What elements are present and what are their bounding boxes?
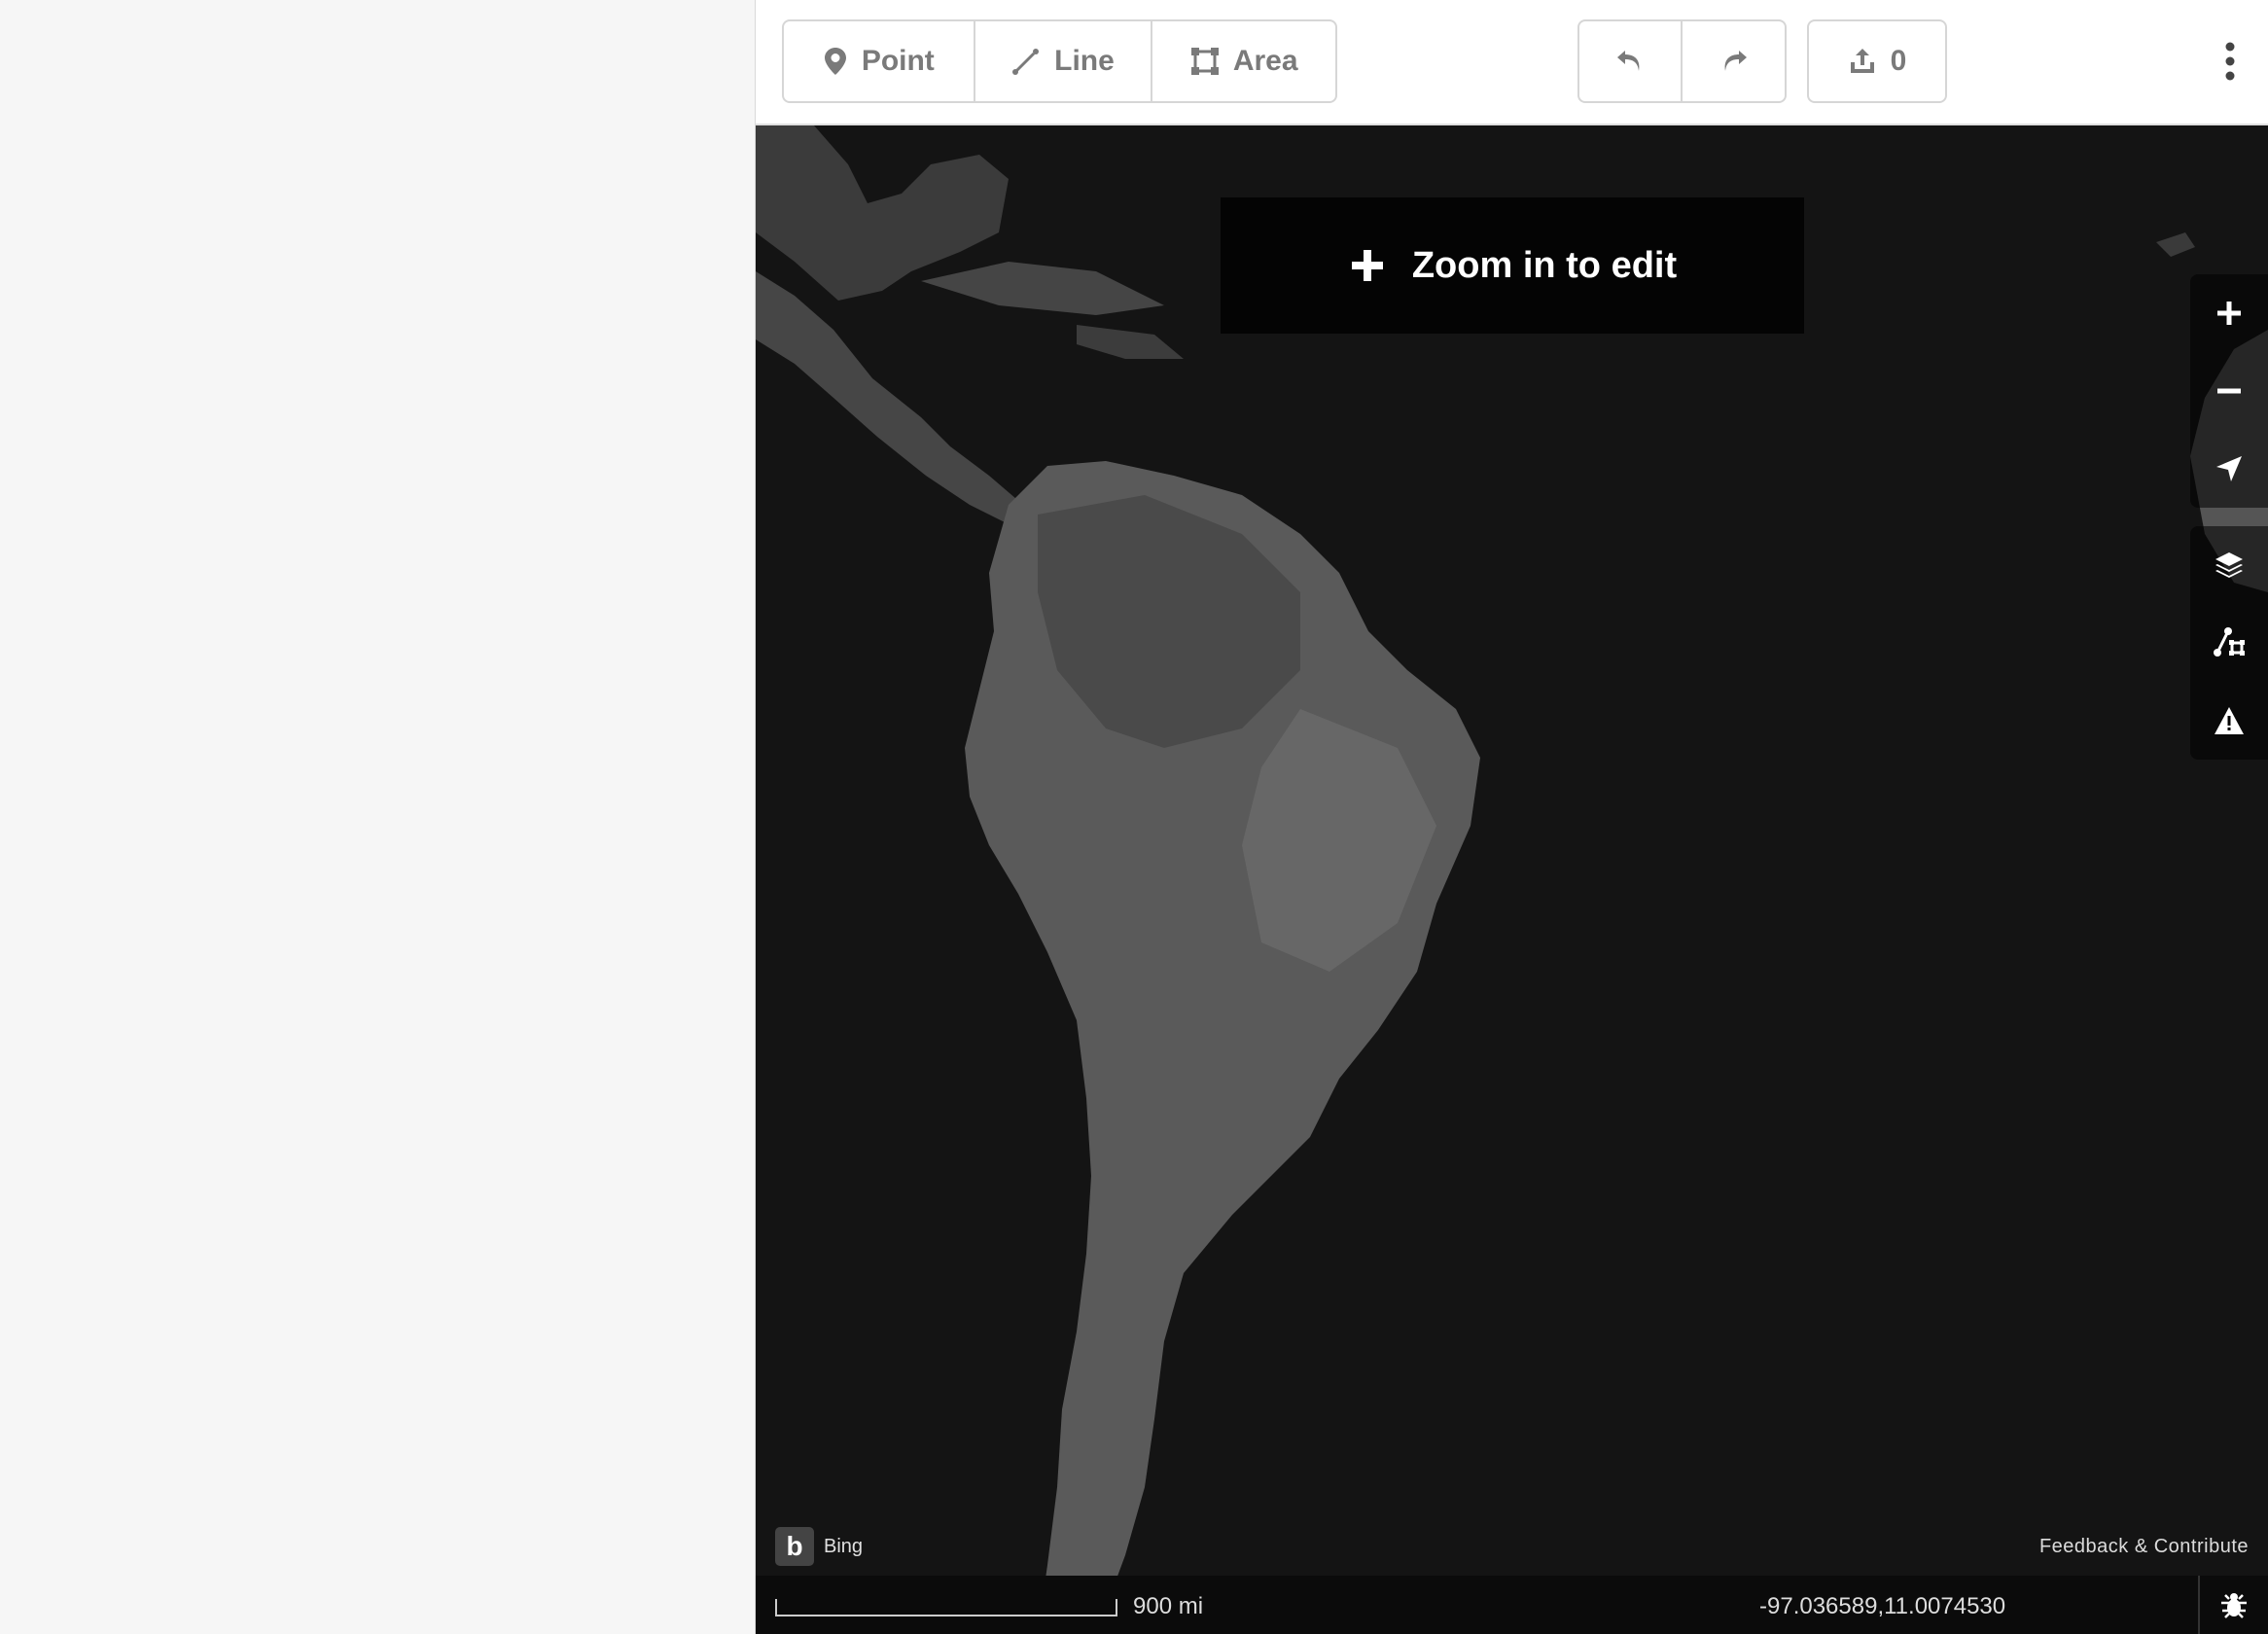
geolocate-icon xyxy=(2216,456,2242,481)
attribution-text: Bing xyxy=(824,1535,864,1557)
more-vertical-icon xyxy=(2225,42,2235,81)
scale-bar[interactable] xyxy=(775,1599,1117,1616)
save-button[interactable]: 0 xyxy=(1809,21,1945,101)
zoom-in-button[interactable] xyxy=(2190,274,2268,352)
zoom-out-icon xyxy=(2217,388,2241,394)
redo-button[interactable] xyxy=(1683,21,1785,101)
bug-icon xyxy=(2221,1593,2247,1618)
map-panel-controls xyxy=(2190,526,2268,760)
layers-icon xyxy=(2215,552,2243,578)
issues-icon xyxy=(2215,707,2244,734)
feedback-contribute-link[interactable]: Feedback & Contribute xyxy=(2039,1536,2249,1558)
undo-icon xyxy=(1617,51,1640,71)
save-group: 0 xyxy=(1807,19,1947,103)
bing-logo: b xyxy=(775,1527,814,1566)
redo-icon xyxy=(1724,51,1747,71)
main-area: Point Line Area 0 Zoom in to edit b Bing… xyxy=(756,0,2268,1634)
add-line-button[interactable]: Line xyxy=(975,21,1153,101)
map-data-icon xyxy=(2214,627,2245,657)
add-area-button[interactable]: Area xyxy=(1152,21,1335,101)
background-layers-button[interactable] xyxy=(2190,526,2268,604)
geolocate-button[interactable] xyxy=(2190,430,2268,508)
issues-button[interactable] xyxy=(2190,682,2268,760)
map-nav-controls xyxy=(2190,274,2268,508)
zoom-out-button[interactable] xyxy=(2190,352,2268,430)
scale-label: 900 mi xyxy=(1133,1593,1204,1619)
add-point-label: Point xyxy=(861,45,935,77)
imagery-attribution[interactable]: b Bing xyxy=(775,1527,863,1566)
satellite-imagery xyxy=(756,125,2268,1634)
more-menu-button[interactable] xyxy=(2225,42,2235,86)
undo-button[interactable] xyxy=(1579,21,1683,101)
history-group xyxy=(1577,19,1787,103)
zoom-in-icon xyxy=(2217,302,2241,325)
line-icon xyxy=(1012,49,1040,75)
upload-icon xyxy=(1850,49,1874,73)
report-bug-button[interactable] xyxy=(2198,1576,2268,1634)
plus-icon xyxy=(1351,250,1383,281)
save-count: 0 xyxy=(1890,45,1907,77)
map-data-button[interactable] xyxy=(2190,604,2268,682)
map-footer: 900 mi -97.036589,11.0074530 xyxy=(756,1576,2268,1634)
zoom-banner-text: Zoom in to edit xyxy=(1411,244,1678,286)
sidebar xyxy=(0,0,757,1634)
map-pin-icon xyxy=(824,48,846,75)
top-toolbar: Point Line Area 0 xyxy=(756,0,2268,125)
add-line-label: Line xyxy=(1054,45,1115,77)
area-icon xyxy=(1190,48,1219,75)
zoom-in-to-edit-button[interactable]: Zoom in to edit xyxy=(1221,197,1804,334)
add-area-label: Area xyxy=(1232,45,1298,77)
add-point-button[interactable]: Point xyxy=(784,21,975,101)
add-feature-group: Point Line Area xyxy=(782,19,1337,103)
coordinates-readout: -97.036589,11.0074530 xyxy=(1759,1593,2006,1619)
map-view[interactable]: Zoom in to edit b Bing Feedback & Contri… xyxy=(756,125,2268,1634)
